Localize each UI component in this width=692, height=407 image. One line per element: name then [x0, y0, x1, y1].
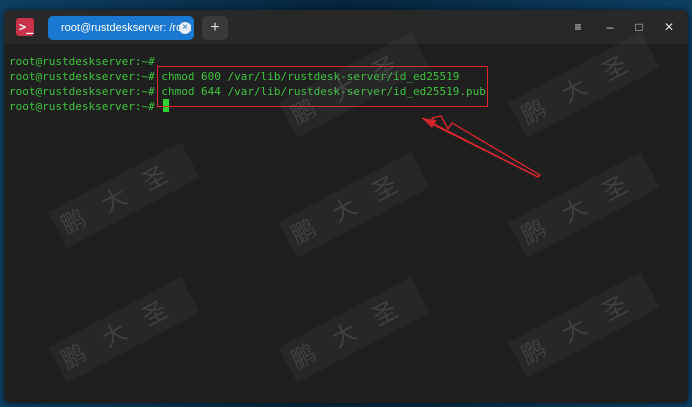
annotation-arrow — [421, 115, 542, 178]
terminal-window: >_ root@rustdeskserver: /root × + ≡ – □ … — [4, 10, 688, 403]
